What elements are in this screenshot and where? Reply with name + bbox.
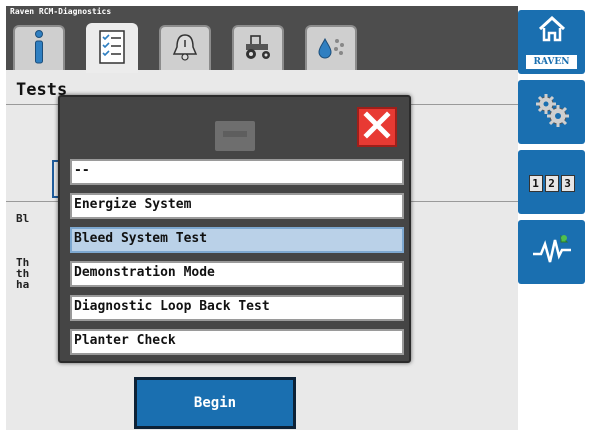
gears-icon: [532, 90, 572, 134]
numpad-digit: 3: [560, 175, 575, 192]
drops-icon: [315, 33, 347, 65]
tab-alarms[interactable]: [159, 25, 211, 71]
close-button[interactable]: [357, 107, 397, 147]
app-window: Raven RCM-Diagnostics Tests Bl Th th ha …: [6, 6, 518, 430]
option-energize-system[interactable]: Energize System: [70, 193, 404, 219]
tab-machine[interactable]: [232, 25, 284, 71]
tab-product[interactable]: [305, 25, 357, 71]
option-empty[interactable]: --: [70, 159, 404, 185]
option-diagnostic-loop-back-test[interactable]: Diagnostic Loop Back Test: [70, 295, 404, 321]
home-button[interactable]: RAVEN: [518, 10, 585, 74]
tab-info[interactable]: [13, 25, 65, 71]
numeric-keypad-button[interactable]: 123: [518, 150, 585, 214]
option-planter-check[interactable]: Planter Check: [70, 329, 404, 355]
close-icon: [363, 111, 391, 143]
home-icon: [537, 15, 567, 46]
tractor-icon: [242, 33, 274, 65]
checklist-icon: [99, 30, 125, 68]
settings-button[interactable]: [518, 80, 585, 144]
numpad-icon: 123: [528, 172, 576, 192]
info-icon: [29, 29, 49, 69]
app-title: Raven RCM-Diagnostics: [10, 7, 112, 16]
alarm-bell-icon: [171, 32, 199, 66]
diagnostics-button[interactable]: [518, 220, 585, 284]
numpad-digit: 1: [528, 175, 543, 192]
test-select-dialog: -- Energize System Bleed System Test Dem…: [58, 95, 411, 363]
disabled-button: [215, 121, 255, 151]
begin-button[interactable]: Begin: [134, 377, 296, 429]
description-text: Bl: [16, 212, 30, 225]
option-bleed-system-test[interactable]: Bleed System Test: [70, 227, 404, 253]
tab-tests[interactable]: [86, 23, 138, 73]
option-demonstration-mode[interactable]: Demonstration Mode: [70, 261, 404, 287]
numpad-digit: 2: [544, 175, 559, 192]
waveform-icon: [531, 232, 573, 272]
description-text: ha: [16, 278, 30, 291]
raven-logo: RAVEN: [526, 55, 577, 69]
